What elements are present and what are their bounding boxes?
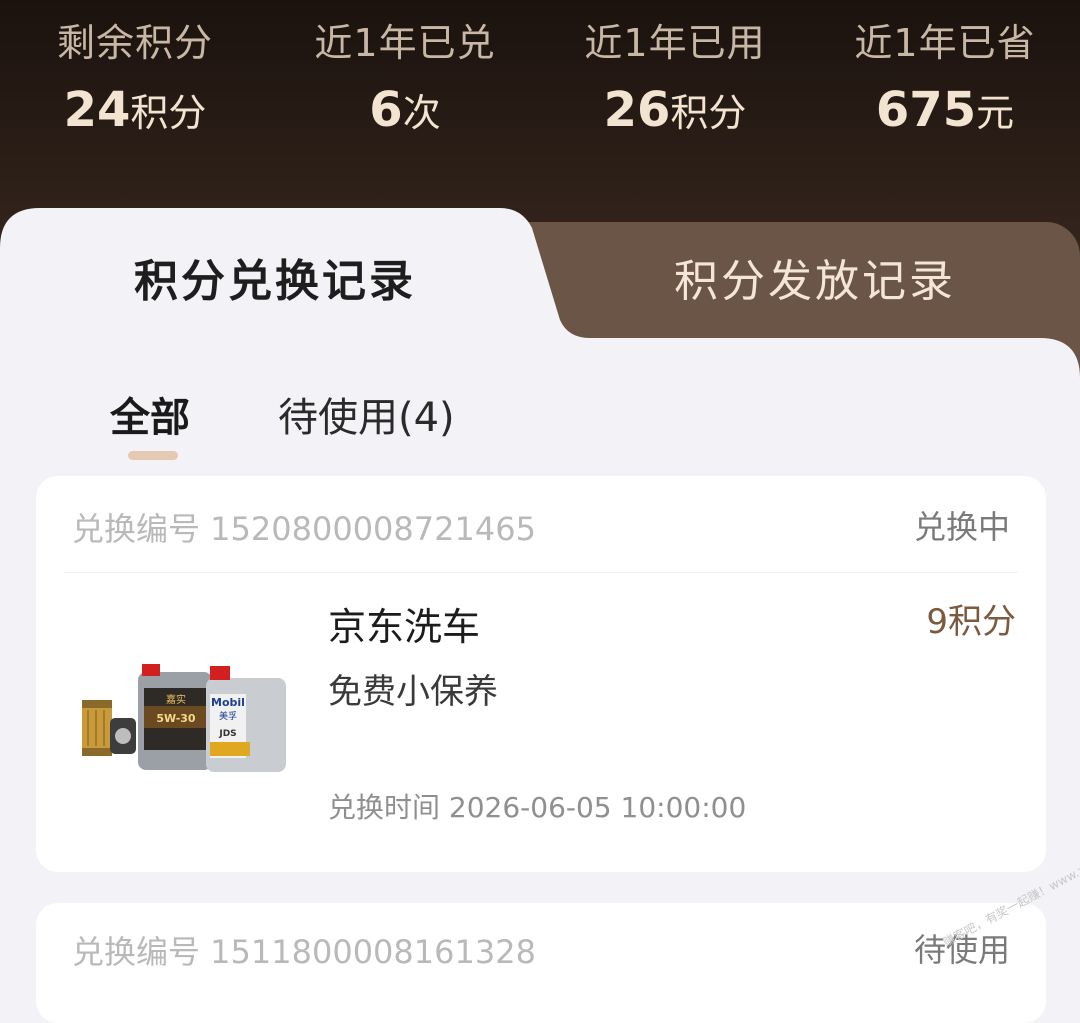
product-title: 京东洗车: [328, 605, 481, 649]
exchange-number: 兑换编号 1520800008721465: [72, 510, 536, 548]
stat-label: 近1年已省: [854, 21, 1036, 65]
stat-label: 近1年已兑: [314, 21, 496, 65]
svg-text:Mobil: Mobil: [211, 696, 245, 709]
svg-text:嘉实: 嘉实: [166, 693, 186, 706]
subtab-pending[interactable]: 待使用(4): [278, 388, 455, 448]
stat-year-used[interactable]: 近1年已用 26积分: [540, 18, 810, 153]
card-divider: [64, 572, 1018, 573]
svg-text:JDS: JDS: [218, 729, 236, 739]
stat-label: 近1年已用: [584, 21, 766, 65]
exchange-number: 兑换编号 1511800008161328: [72, 933, 536, 971]
stat-unit: 次: [402, 91, 441, 135]
record-card[interactable]: 兑换编号 1511800008161328 待使用: [36, 903, 1046, 1023]
record-card[interactable]: 兑换编号 1520800008721465 兑换中 嘉实 5W-30 Mobil…: [36, 476, 1046, 872]
stat-value: 6: [369, 82, 403, 138]
stat-unit: 积分: [130, 91, 207, 135]
tab-exchange-records[interactable]: 积分兑换记录: [60, 250, 490, 314]
active-subtab-indicator: [128, 451, 178, 460]
tab-issue-records[interactable]: 积分发放记录: [545, 250, 1080, 314]
product-points: 9积分: [926, 602, 1016, 642]
stat-year-saved[interactable]: 近1年已省 675元: [810, 18, 1080, 153]
product-image: 嘉实 5W-30 Mobil 美孚 JDS: [82, 664, 286, 772]
stat-value: 26: [603, 82, 671, 138]
stat-remaining-points[interactable]: 剩余积分 24积分: [0, 18, 270, 153]
exchange-time: 兑换时间 2026-06-05 10:00:00: [328, 791, 747, 824]
stat-unit: 积分: [670, 91, 747, 135]
stat-label: 剩余积分: [56, 21, 213, 65]
record-status: 兑换中: [913, 508, 1010, 546]
stat-year-exchanged[interactable]: 近1年已兑 6次: [270, 18, 540, 153]
subtab-all[interactable]: 全部: [110, 388, 190, 448]
stat-unit: 元: [976, 91, 1015, 135]
svg-text:美孚: 美孚: [219, 710, 237, 722]
stat-value: 24: [63, 82, 131, 138]
stat-value: 675: [875, 82, 977, 138]
svg-text:5W-30: 5W-30: [156, 712, 196, 725]
product-description: 免费小保养: [328, 672, 498, 712]
